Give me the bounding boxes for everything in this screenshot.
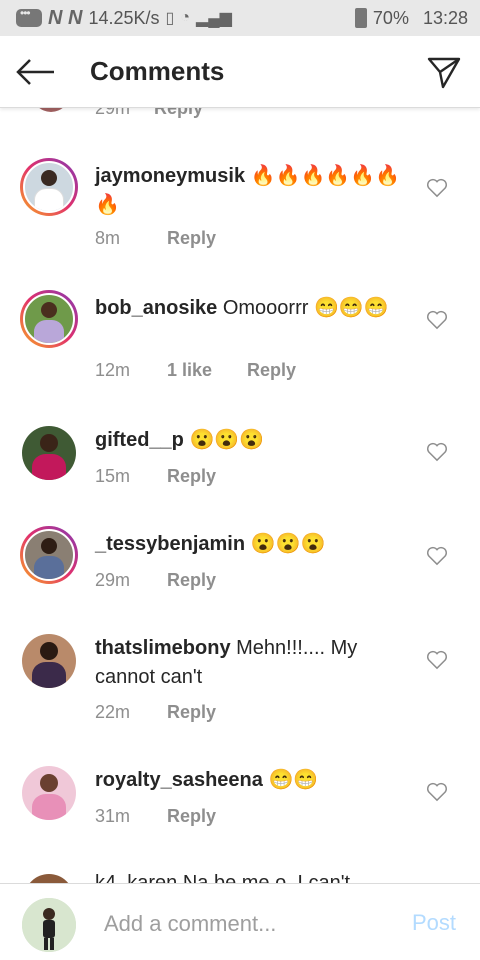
header: Comments: [0, 36, 480, 108]
comment-composer: Post: [0, 883, 480, 960]
comment-username[interactable]: thatslimebony: [95, 637, 231, 659]
comment-message: 😁😁: [268, 769, 319, 791]
comment-time: 22m: [95, 702, 131, 722]
comment-text: jaymoneymusik 🔥🔥🔥🔥🔥🔥🔥: [95, 162, 415, 220]
like-count[interactable]: 1 like: [167, 360, 247, 381]
partial-comment: k4_karen Na be me o, I can't: [0, 866, 480, 883]
comment-meta: 29m Reply: [95, 570, 216, 591]
comment-time: 29m: [95, 570, 131, 590]
heart-icon[interactable]: [426, 782, 448, 802]
reply-button[interactable]: Reply: [167, 702, 216, 723]
avatar: [24, 874, 74, 883]
signal-icon: ▂▄▆: [196, 10, 232, 27]
reply-button[interactable]: Reply: [167, 466, 216, 487]
reply-button[interactable]: Reply: [167, 228, 216, 249]
heart-icon[interactable]: [426, 178, 448, 198]
comment-text: _tessybenjamin 😮😮😮: [95, 530, 415, 559]
comment-message: 😮😮😮: [189, 429, 265, 451]
reply-button[interactable]: Reply: [154, 108, 203, 118]
avatar[interactable]: [22, 426, 76, 480]
comment-message: 😮😮😮: [250, 533, 326, 555]
back-arrow-icon[interactable]: [16, 58, 56, 86]
current-user-avatar: [22, 898, 76, 952]
heart-icon[interactable]: [426, 546, 448, 566]
comment-meta: 31m Reply: [95, 806, 216, 827]
avatar[interactable]: [22, 766, 76, 820]
comment-username[interactable]: _tessybenjamin: [95, 533, 245, 555]
comment-time: 15m: [95, 466, 131, 486]
comment-time: 8m: [95, 228, 121, 248]
reply-button[interactable]: Reply: [167, 570, 216, 591]
network-speed: 14.25K/s: [88, 7, 160, 28]
comment-text: royalty_sasheena 😁😁: [95, 766, 415, 795]
clock: 13:28: [422, 7, 468, 28]
reply-button[interactable]: Reply: [247, 360, 296, 381]
network-icon: N N: [48, 6, 83, 29]
avatar[interactable]: [20, 158, 78, 216]
comment-text: thatslimebony Mehn!!!.... My cannot can'…: [95, 634, 415, 692]
comment-text: gifted__p 😮😮😮: [95, 426, 415, 455]
status-bar: N N 14.25K/s ▯ ◔ ▂▄▆ 70% 13:28: [0, 0, 480, 36]
partial-comment-meta: 29m Reply: [95, 108, 203, 119]
battery-level: 70%: [372, 7, 409, 28]
comment-meta: 15m Reply: [95, 466, 216, 487]
comment-time: 12m: [95, 360, 131, 380]
comment-username[interactable]: bob_anosike: [95, 297, 217, 319]
comment-text: k4_karen Na be me o, I can't: [95, 872, 351, 883]
comment-time: 31m: [95, 806, 131, 826]
avatar: [32, 108, 70, 112]
comment-meta: 12m 1 like Reply: [95, 360, 296, 381]
heart-icon[interactable]: [426, 650, 448, 670]
avatar[interactable]: [22, 634, 76, 688]
person-icon: [22, 898, 76, 952]
comment-username[interactable]: royalty_sasheena: [95, 769, 263, 791]
comment-meta: 22m Reply: [95, 702, 216, 723]
heart-icon[interactable]: [426, 310, 448, 330]
battery-icon: [354, 8, 367, 28]
reply-button[interactable]: Reply: [167, 806, 216, 827]
messages-icon: [16, 6, 42, 27]
comment-input[interactable]: [104, 910, 384, 938]
page-title: Comments: [90, 56, 225, 86]
post-button[interactable]: Post: [412, 910, 456, 936]
heart-icon[interactable]: [426, 442, 448, 462]
send-icon[interactable]: [426, 54, 462, 90]
wifi-icon: ◔: [180, 9, 190, 26]
comment-username[interactable]: jaymoneymusik: [95, 165, 245, 187]
comment-list[interactable]: 29m Reply jaymoneymusik 🔥🔥🔥🔥🔥🔥🔥 8m Reply: [0, 108, 480, 883]
avatar[interactable]: [20, 526, 78, 584]
vibrate-icon: ▯: [165, 10, 175, 27]
comment-message: Omooorrr 😁😁😁: [222, 297, 389, 319]
comment-username[interactable]: gifted__p: [95, 429, 184, 451]
avatar[interactable]: [20, 290, 78, 348]
comment-meta: 8m Reply: [95, 228, 216, 249]
comment-text: bob_anosike Omooorrr 😁😁😁: [95, 294, 415, 323]
comment-time: 29m: [95, 108, 131, 118]
